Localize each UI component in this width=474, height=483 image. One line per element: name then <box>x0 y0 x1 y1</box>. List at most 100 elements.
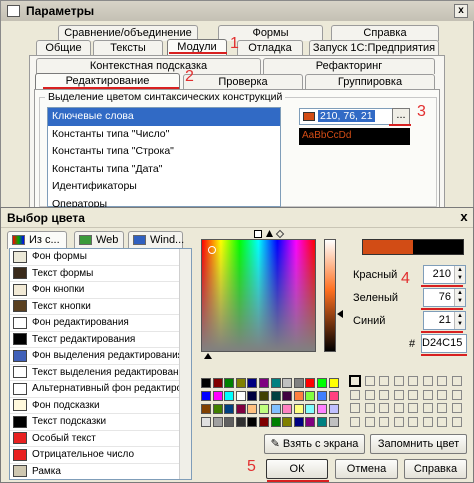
palette-cell[interactable] <box>305 391 316 401</box>
close-icon[interactable]: x <box>454 4 468 18</box>
tab-from-list[interactable]: Из с... <box>7 231 67 249</box>
list-item[interactable]: Отрицательное число <box>10 447 191 464</box>
palette-cell[interactable] <box>270 404 281 414</box>
palette-cell[interactable] <box>224 378 235 388</box>
custom-color-cell[interactable] <box>437 416 447 427</box>
tab-general[interactable]: Общие <box>36 40 91 56</box>
custom-color-cell[interactable] <box>408 403 418 413</box>
mode-triangle-icon[interactable] <box>266 230 273 237</box>
palette-cell[interactable] <box>317 391 327 401</box>
custom-color-cell[interactable] <box>379 403 389 413</box>
palette-cell[interactable] <box>282 404 293 414</box>
close-icon[interactable]: x <box>457 210 471 225</box>
palette-cell[interactable] <box>201 378 211 388</box>
custom-color-cell[interactable] <box>364 403 375 413</box>
palette-cell[interactable] <box>259 391 269 401</box>
palette-cell[interactable] <box>235 378 246 388</box>
custom-color-cell[interactable] <box>350 389 360 400</box>
custom-color-cell[interactable] <box>350 403 360 413</box>
palette-cell[interactable] <box>212 391 223 401</box>
palette-cell[interactable] <box>317 378 327 388</box>
custom-color-cell[interactable] <box>379 389 389 400</box>
custom-color-cell[interactable] <box>451 389 462 400</box>
custom-color-cell[interactable] <box>393 376 404 386</box>
palette-cell[interactable] <box>317 404 327 414</box>
list-item[interactable]: Константы типа "Число" <box>48 126 280 144</box>
palette-cell[interactable] <box>235 404 246 414</box>
custom-color-cell[interactable] <box>451 376 462 386</box>
palette-cell[interactable] <box>235 391 246 401</box>
palette-cell[interactable] <box>247 391 258 401</box>
blue-input[interactable]: 21 ▲ ▼ <box>423 311 466 330</box>
choose-color-button[interactable]: ... <box>392 108 410 125</box>
custom-color-cell[interactable] <box>393 389 404 400</box>
palette-cell[interactable] <box>224 417 235 427</box>
tab-help[interactable]: Справка <box>331 25 439 41</box>
palette-cell[interactable] <box>259 417 269 427</box>
spin-arrows-icon[interactable]: ▲ ▼ <box>454 266 465 283</box>
palette-cell[interactable] <box>282 417 293 427</box>
palette-cell[interactable] <box>201 417 211 427</box>
custom-color-cell[interactable] <box>408 416 418 427</box>
red-input[interactable]: 210 ▲ ▼ <box>423 265 466 284</box>
tab-refactoring[interactable]: Рефакторинг <box>263 58 435 74</box>
custom-color-cell[interactable] <box>422 376 433 386</box>
palette-cell[interactable] <box>201 404 211 414</box>
list-item[interactable]: Особый текст <box>10 431 191 447</box>
custom-palette[interactable] <box>349 375 468 430</box>
palette-cell[interactable] <box>305 378 316 388</box>
syntax-list[interactable]: Ключевые слова Константы типа "Число" Ко… <box>47 107 281 210</box>
palette-cell[interactable] <box>247 378 258 388</box>
mode-diamond-icon[interactable] <box>275 229 285 239</box>
tab-windows[interactable]: Wind... <box>128 231 184 249</box>
custom-color-cell[interactable] <box>350 416 360 427</box>
tab-context-hint[interactable]: Контекстная подсказка <box>36 58 261 74</box>
luminance-bar[interactable] <box>324 239 336 352</box>
list-item[interactable]: Идентификаторы <box>48 178 280 196</box>
palette-cell[interactable] <box>224 391 235 401</box>
custom-color-cell[interactable] <box>364 389 375 400</box>
custom-color-cell[interactable] <box>422 416 433 427</box>
custom-color-cell[interactable] <box>379 416 389 427</box>
list-item[interactable]: Фон подсказки <box>10 398 191 414</box>
tab-web[interactable]: Web <box>74 231 124 249</box>
palette-cell[interactable] <box>328 391 339 401</box>
remember-color-button[interactable]: Запомнить цвет <box>370 434 467 454</box>
help-button[interactable]: Справка <box>404 459 467 479</box>
palette-cell[interactable] <box>235 417 246 427</box>
custom-color-cell[interactable] <box>364 376 375 386</box>
scrollbar[interactable] <box>179 249 191 479</box>
tab-debug[interactable]: Отладка <box>237 40 303 56</box>
luminance-pointer-icon[interactable] <box>337 310 343 318</box>
palette-cell[interactable] <box>259 378 269 388</box>
palette-cell[interactable] <box>293 391 304 401</box>
palette-cell[interactable] <box>305 404 316 414</box>
tab-grouping[interactable]: Группировка <box>305 74 435 90</box>
custom-color-cell[interactable] <box>349 375 361 387</box>
palette-cell[interactable] <box>201 391 211 401</box>
list-item[interactable]: Текст формы <box>10 266 191 282</box>
palette-cell[interactable] <box>282 391 293 401</box>
palette-cell[interactable] <box>212 404 223 414</box>
custom-color-cell[interactable] <box>437 389 447 400</box>
spin-arrows-icon[interactable]: ▲ ▼ <box>454 312 465 329</box>
mode-square-icon[interactable] <box>254 230 262 238</box>
palette-cell[interactable] <box>328 417 339 427</box>
palette-cell[interactable] <box>259 404 269 414</box>
list-item[interactable]: Константы типа "Строка" <box>48 143 280 161</box>
palette-cell[interactable] <box>293 404 304 414</box>
color-spectrum[interactable] <box>201 239 316 352</box>
cancel-button[interactable]: Отмена <box>335 459 398 479</box>
list-item[interactable]: Фон кнопки <box>10 282 191 299</box>
list-item[interactable]: Константы типа "Дата" <box>48 161 280 179</box>
custom-color-cell[interactable] <box>451 416 462 427</box>
palette-cell[interactable] <box>282 378 293 388</box>
list-item[interactable]: Рамка <box>10 464 191 480</box>
standard-palette[interactable] <box>201 378 341 430</box>
custom-color-cell[interactable] <box>364 416 375 427</box>
palette-cell[interactable] <box>317 417 327 427</box>
list-item[interactable]: Текст кнопки <box>10 299 191 315</box>
grab-from-screen-button[interactable]: ✎ Взять с экрана <box>264 434 365 454</box>
palette-cell[interactable] <box>212 378 223 388</box>
list-item[interactable]: Фон выделения редактирования <box>10 348 191 365</box>
